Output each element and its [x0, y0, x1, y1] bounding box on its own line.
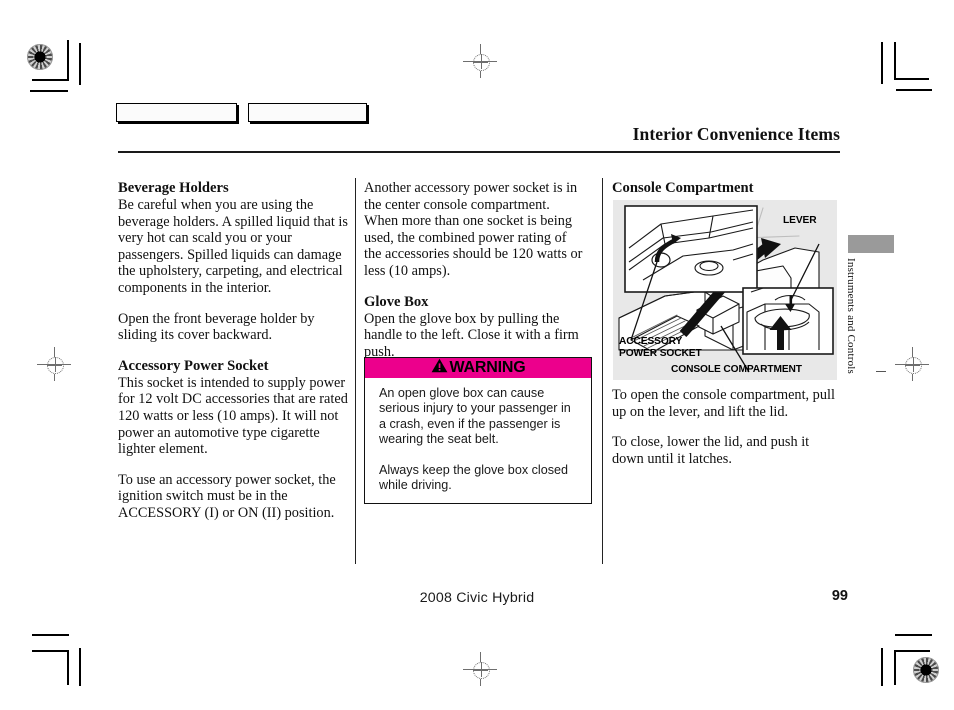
column-left: Beverage Holders Be careful when you are… [118, 180, 350, 536]
paragraph-open-console-compartment: To open the console compartment, pull up… [612, 387, 835, 420]
crop-mark-bottom-left-horizontal-outer [32, 634, 69, 636]
warning-body: An open glove box can cause serious inju… [365, 378, 591, 503]
print-label-box-left [116, 103, 237, 122]
column-divider-right [602, 178, 603, 564]
warning-paragraph-2: Always keep the glove box closed while d… [379, 462, 569, 493]
warning-box: WARNING An open glove box can cause seri… [364, 357, 592, 505]
warning-header: WARNING [365, 358, 591, 378]
crop-mark-bottom-right-vertical-inner [894, 650, 896, 685]
column-divider-left [355, 178, 356, 564]
paragraph-open-front-beverage-holder: Open the front beverage holder by slidin… [118, 310, 315, 344]
registration-crosshair-bottom-center [463, 652, 497, 686]
registration-crosshair-top-center [463, 44, 497, 78]
warning-triangle-icon [431, 358, 448, 378]
footer-page-number: 99 [831, 588, 848, 604]
crop-mark-bottom-left-vertical-inner [67, 650, 69, 685]
crop-mark-top-right-horizontal-inner [894, 78, 929, 80]
page-title: Interior Convenience Items [632, 124, 840, 144]
crop-mark-top-left-vertical-inner [67, 40, 69, 80]
registration-dot-top-left [27, 44, 53, 70]
crop-mark-bottom-right-vertical-outer [881, 648, 883, 686]
column-middle: Another accessory power socket is in the… [364, 180, 586, 374]
callout-accessory-power-socket: ACCESSORY POWER SOCKET [619, 336, 702, 359]
print-label-box-right [248, 103, 367, 122]
crop-mark-top-left-horizontal-outer [30, 90, 68, 92]
paragraph-center-console-socket: Another accessory power socket is in the… [364, 180, 583, 279]
heading-beverage-holders: Beverage Holders [118, 180, 229, 196]
registration-crosshair-left-middle [37, 347, 71, 381]
section-tab-label: Instruments and Controls [845, 258, 857, 375]
callout-lever: LEVER [783, 215, 817, 226]
heading-console-compartment: Console Compartment [612, 180, 754, 196]
title-rule [118, 151, 840, 153]
registration-dot-bottom-right [913, 657, 939, 683]
edge-tick-mark [876, 371, 886, 372]
registration-crosshair-right-middle [895, 347, 929, 381]
paragraph-socket-rating: This socket is intended to supply power … [118, 374, 348, 458]
heading-accessory-power-socket: Accessory Power Socket [118, 357, 269, 374]
crop-mark-top-left-horizontal-inner [32, 79, 69, 81]
paragraph-ignition-switch-position: To use an accessory power socket, the ig… [118, 471, 336, 521]
section-tab-marker [848, 235, 894, 253]
crop-mark-bottom-right-horizontal-inner [894, 650, 930, 652]
crop-mark-top-right-vertical-outer [881, 42, 883, 84]
paragraph-beverage-holders: Be careful when you are using the bevera… [118, 197, 348, 296]
callout-console-compartment: CONSOLE COMPARTMENT [671, 364, 802, 375]
crop-mark-top-right-vertical-inner [894, 42, 896, 80]
crop-mark-top-right-horizontal-outer [896, 89, 932, 91]
warning-title: WARNING [449, 359, 526, 376]
heading-glove-box: Glove Box [364, 293, 429, 310]
column-right: Console Compartment [612, 180, 842, 197]
warning-paragraph-1: An open glove box can cause serious inju… [379, 386, 571, 447]
paragraph-close-console-compartment: To close, lower the lid, and push it dow… [612, 434, 810, 467]
column-right-body: To open the console compartment, pull up… [612, 387, 842, 481]
crop-mark-bottom-left-horizontal-inner [32, 650, 69, 652]
crop-mark-bottom-left-vertical-outer [79, 648, 81, 686]
crop-mark-top-left-vertical-outer [79, 43, 81, 85]
crop-mark-bottom-right-horizontal-outer [895, 634, 932, 636]
paragraph-glove-box-open: Open the glove box by pulling the handle… [364, 310, 579, 360]
